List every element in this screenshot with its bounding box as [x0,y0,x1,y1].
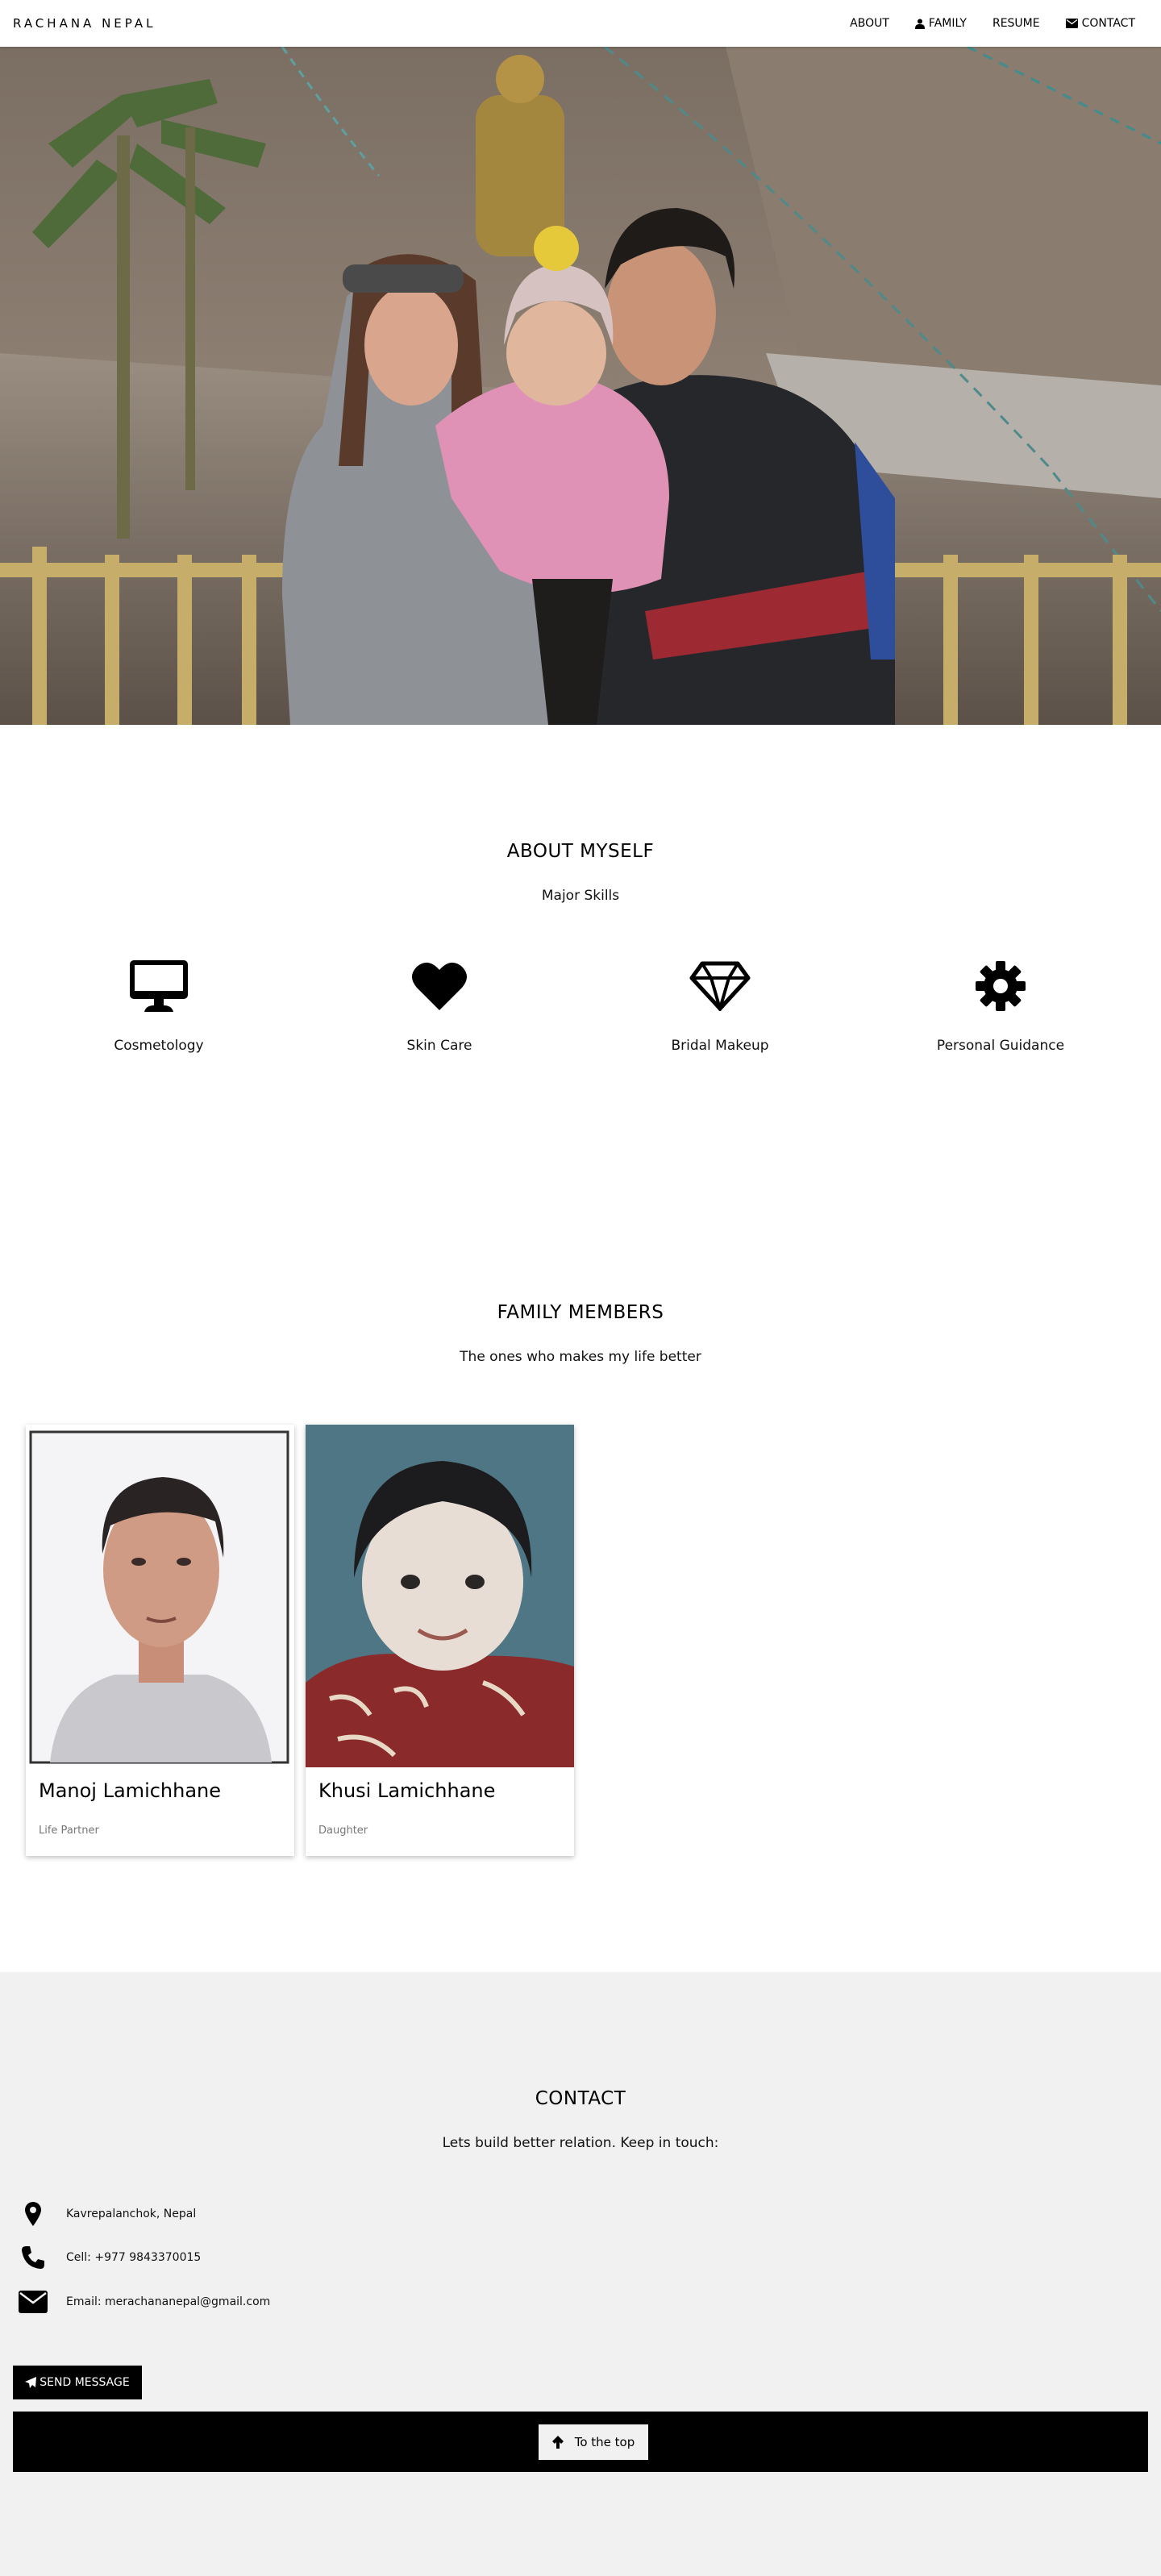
about-title: ABOUT MYSELF [506,841,655,862]
paper-plane-icon [25,2377,37,2388]
user-icon [914,19,925,29]
arrow-up-icon [551,2436,564,2449]
khusi-photo [306,1425,574,1767]
brand-logo-text[interactable]: RACHANA NEPAL [13,16,156,31]
to-the-top-label: To the top [574,2435,635,2449]
contact-address: Kavrepalanchok, Nepal [66,2208,197,2220]
hero-photo-illustration [0,47,1161,725]
contact-title: CONTACT [535,2088,626,2109]
member-name: Khusi Lamichhane [318,1779,496,1802]
envelope-icon [19,2291,48,2313]
contact-email-row: Email: merachananepal@gmail.com [0,2291,484,2313]
member-name: Manoj Lamichhane [39,1779,222,1802]
nav-links: ABOUT FAMILY RESUME CONTACT [837,17,1148,30]
heart-icon [412,962,467,1010]
skill-label: Cosmetology [114,1038,204,1054]
phone-icon [22,2246,44,2269]
skill-label: Skin Care [406,1038,472,1054]
family-card-manoj[interactable]: Manoj Lamichhane Life Partner [26,1425,294,1856]
family-card-khusi[interactable]: Khusi Lamichhane Daughter [306,1425,574,1856]
contact-subtitle: Lets build better relation. Keep in touc… [442,2135,719,2151]
nav-link-resume-label: RESUME [992,17,1040,30]
to-the-top-button[interactable]: To the top [539,2424,648,2460]
nav-link-family-label: FAMILY [928,17,967,30]
cog-icon [976,961,1026,1011]
nav-link-about-label: ABOUT [850,17,889,30]
nav-link-about[interactable]: ABOUT [837,17,902,30]
contact-address-row: Kavrepalanchok, Nepal [0,2202,484,2226]
skill-skin-care: Skin Care [299,954,580,1054]
skill-personal-guidance: Personal Guidance [860,954,1141,1054]
skill-label: Personal Guidance [936,1038,1065,1054]
map-marker-icon [25,2202,41,2226]
manoj-photo [26,1425,294,1767]
contact-section [0,1972,1161,2576]
contact-phone[interactable]: Cell: +977 9843370015 [66,2251,201,2264]
nav-link-resume[interactable]: RESUME [980,17,1053,30]
skill-bridal-makeup: Bridal Makeup [580,954,860,1054]
nav-link-family[interactable]: FAMILY [902,17,980,30]
top-navbar: RACHANA NEPAL ABOUT FAMILY RESUME CONTAC… [0,0,1161,47]
skill-label: Bridal Makeup [671,1038,769,1054]
skill-cosmetology: Cosmetology [19,954,299,1054]
send-message-button[interactable]: SEND MESSAGE [13,2366,142,2399]
envelope-icon [1065,19,1078,28]
desktop-icon [130,960,188,1012]
family-subtitle: The ones who makes my life better [460,1349,701,1365]
family-title: FAMILY MEMBERS [497,1302,664,1323]
nav-link-contact[interactable]: CONTACT [1053,17,1148,30]
footer-bar: To the top [13,2412,1148,2472]
member-role: Life Partner [39,1825,99,1837]
diamond-icon [689,961,751,1011]
send-message-label: SEND MESSAGE [40,2376,130,2389]
member-role: Daughter [318,1825,368,1837]
nav-link-contact-label: CONTACT [1081,17,1135,30]
hero-family-photo [0,47,1161,725]
contact-phone-row: Cell: +977 9843370015 [0,2245,484,2270]
contact-email[interactable]: Email: merachananepal@gmail.com [66,2295,270,2308]
about-subtitle: Major Skills [541,888,620,904]
